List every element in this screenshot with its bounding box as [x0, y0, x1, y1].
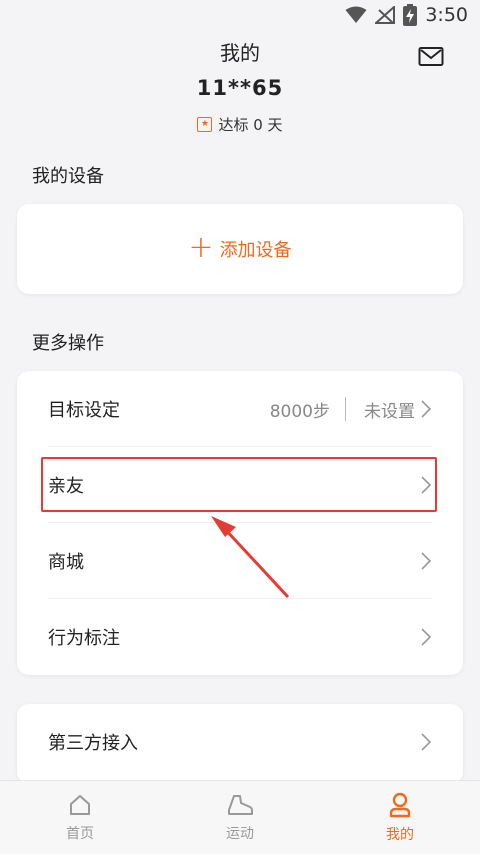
- list-item-mall[interactable]: 商城: [17, 523, 463, 599]
- list-item-goal-setting[interactable]: 目标设定 8000步 未设置: [17, 371, 463, 447]
- user-id: 11**65: [196, 76, 284, 100]
- list-item-friends[interactable]: 亲友: [17, 447, 463, 523]
- tab-home[interactable]: 首页: [0, 781, 160, 854]
- goal-steps-value: 8000步: [269, 401, 330, 422]
- list-item-behavior-tagging[interactable]: 行为标注: [17, 599, 463, 675]
- home-icon: [70, 794, 90, 815]
- divider: [345, 397, 346, 421]
- tab-mine[interactable]: 我的: [320, 781, 480, 854]
- more-actions-list: 目标设定 8000步 未设置 亲友 商城 行为标注: [17, 371, 463, 675]
- no-signal-icon: [375, 6, 396, 24]
- list-item-label: 亲友: [48, 476, 84, 497]
- status-time: 3:50: [425, 4, 468, 26]
- status-bar: 3:50: [0, 0, 480, 32]
- list-item-label: 目标设定: [48, 400, 120, 421]
- goal-status-text: 未设置: [364, 401, 415, 422]
- chevron-right-icon: [421, 400, 431, 418]
- wifi-icon: [345, 6, 367, 23]
- tab-label: 首页: [66, 825, 94, 842]
- goal-streak-text: 达标 0 天: [218, 116, 283, 134]
- tab-label: 运动: [226, 825, 254, 842]
- chevron-right-icon: [421, 552, 431, 570]
- list-item-third-party[interactable]: 第三方接入: [17, 704, 463, 780]
- list-item-label: 商城: [48, 552, 84, 573]
- list-item-label: 第三方接入: [48, 733, 138, 754]
- mail-icon[interactable]: [418, 46, 444, 68]
- third-party-card: 第三方接入: [17, 704, 463, 784]
- add-device-label: 添加设备: [219, 240, 292, 261]
- person-icon: [389, 792, 411, 817]
- section-title-my-devices: 我的设备: [32, 166, 104, 187]
- bottom-tab-bar: 首页 运动 我的: [0, 780, 480, 854]
- star-icon: ★: [197, 117, 213, 132]
- page-title: 我的: [220, 41, 260, 65]
- list-item-label: 行为标注: [48, 628, 120, 649]
- plus-icon: +: [188, 229, 214, 265]
- section-title-more-actions: 更多操作: [32, 333, 104, 354]
- add-device-button[interactable]: + 添加设备: [17, 204, 463, 294]
- tab-label: 我的: [386, 826, 414, 843]
- tab-sport[interactable]: 运动: [160, 781, 320, 854]
- chevron-right-icon: [421, 733, 431, 751]
- sneaker-icon: [228, 794, 253, 815]
- battery-charging-icon: [403, 4, 418, 26]
- goal-streak-badge: ★ 达标 0 天: [197, 114, 283, 135]
- chevron-right-icon: [421, 476, 431, 494]
- profile-header: 我的 11**65 ★ 达标 0 天: [0, 36, 480, 135]
- chevron-right-icon: [421, 628, 431, 646]
